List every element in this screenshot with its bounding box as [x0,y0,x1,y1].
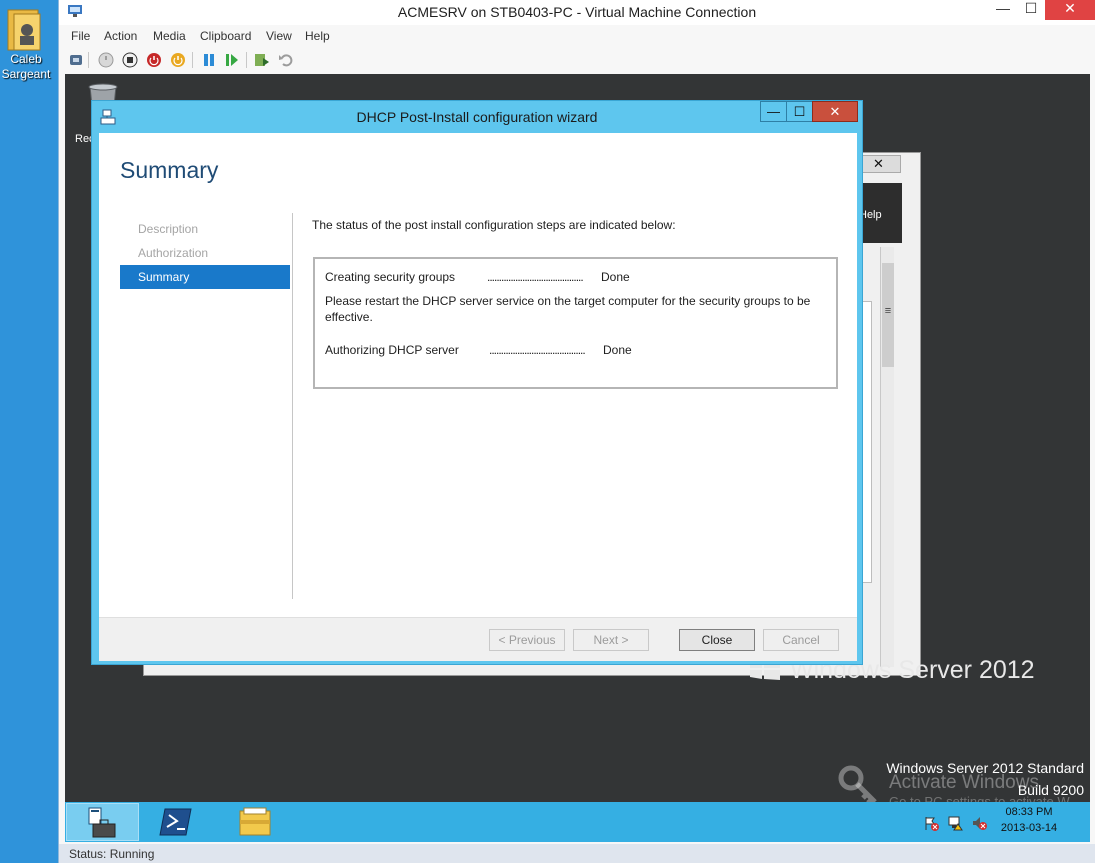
menu-clipboard[interactable]: Clipboard [200,29,251,43]
dialog-close-button[interactable]: ✕ [812,101,858,122]
scrollbar-thumb[interactable]: ≡ [882,263,894,367]
vmc-toolbar [59,49,1095,71]
vmc-titlebar[interactable]: ACMESRV on STB0403-PC - Virtual Machine … [59,0,1095,25]
taskbar-server-manager[interactable] [66,803,139,841]
nav-divider [292,213,293,599]
vmc-statusbar: Status: Running [59,844,1095,863]
step-name: Authorizing DHCP server [325,343,459,357]
restart-note: Please restart the DHCP server service o… [325,294,811,324]
shutdown-icon[interactable] [146,52,162,68]
wizard-nav: Description Authorization Summary [120,217,290,289]
menu-help[interactable]: Help [305,29,330,43]
save-icon[interactable] [170,52,186,68]
scroll-grip-icon: ≡ [884,305,892,317]
step-name: Creating security groups [325,270,456,284]
nav-item-summary[interactable]: Summary [120,265,290,289]
dhcp-wizard-dialog: DHCP Post-Install configuration wizard —… [91,100,863,665]
step-status: Done [603,343,632,357]
dialog-minimize-button[interactable]: — [760,101,787,122]
dialog-content: Summary Description Authorization Summar… [99,133,857,617]
ctrl-alt-del-icon[interactable] [68,52,84,68]
checkpoint-icon[interactable] [254,52,270,68]
menu-action[interactable]: Action [104,29,137,43]
taskbar-powershell[interactable] [141,803,214,841]
step-status: Done [601,270,630,284]
clock-date[interactable]: 2013-03-14 [999,822,1059,834]
file-explorer-icon [239,807,271,836]
next-button[interactable]: Next > [573,629,649,651]
turn-off-icon[interactable] [122,52,138,68]
guest-desktop[interactable]: Rec ✕ Help ≡ Windows Server 2012 Activat… [65,74,1090,802]
start-icon[interactable] [98,52,114,68]
dialog-titlebar[interactable]: DHCP Post-Install configuration wizard —… [92,101,862,132]
vmc-minimize-button[interactable]: — [989,0,1017,20]
previous-button[interactable]: < Previous [489,629,565,651]
user-folder-icon[interactable] [4,4,48,54]
status-panel: Creating security groups ...............… [313,257,838,389]
resume-icon[interactable] [224,52,240,68]
action-center-flag-icon[interactable] [923,815,939,831]
dialog-maximize-button[interactable]: ☐ [786,101,813,122]
step-leader-dots: ........................................… [487,270,584,284]
step-leader-dots: ........................................… [489,343,586,357]
vmc-maximize-button[interactable]: ☐ [1017,0,1045,20]
menu-media[interactable]: Media [153,29,186,43]
cancel-button[interactable]: Cancel [763,629,839,651]
vm-connection-window: ACMESRV on STB0403-PC - Virtual Machine … [58,0,1095,863]
vmc-window-title: ACMESRV on STB0403-PC - Virtual Machine … [397,4,757,20]
host-desktop: Caleb Sargeant [0,0,58,863]
menu-file[interactable]: File [71,29,90,43]
taskbar-file-explorer[interactable] [216,803,289,841]
page-title: Summary [120,157,219,183]
vmc-menubar: File Action Media Clipboard View Help [59,27,1095,47]
activation-key-icon [838,765,877,802]
nav-item-authorization[interactable]: Authorization [120,241,290,265]
clock-time[interactable]: 08:33 PM [999,806,1059,818]
guest-taskbar: 08:33 PM 2013-03-14 [65,802,1090,842]
revert-icon[interactable] [278,52,294,68]
menu-view[interactable]: View [266,29,292,43]
nav-item-description[interactable]: Description [120,217,290,241]
toolbar-separator [246,52,247,68]
volume-muted-icon[interactable] [971,815,987,831]
server-manager-scrollbar[interactable]: ≡ [880,247,894,667]
network-warning-icon[interactable] [947,815,963,831]
user-folder-label: Caleb Sargeant [1,52,51,81]
powershell-icon [159,808,192,836]
vm-status-text: Status: Running [69,847,155,861]
server-manager-icon [88,807,116,838]
toolbar-separator [88,52,89,68]
windows-edition: Windows Server 2012 Standard [886,760,1084,776]
summary-intro: The status of the post install configura… [312,218,676,232]
close-button[interactable]: Close [679,629,755,651]
vmc-close-button[interactable]: ✕ [1045,0,1095,20]
windows-build: Build 9200 [1017,782,1084,798]
dialog-footer: < Previous Next > Close Cancel [99,617,857,661]
toolbar-separator [192,52,193,68]
pause-icon[interactable] [201,52,217,68]
dialog-title: DHCP Post-Install configuration wizard [356,109,598,125]
